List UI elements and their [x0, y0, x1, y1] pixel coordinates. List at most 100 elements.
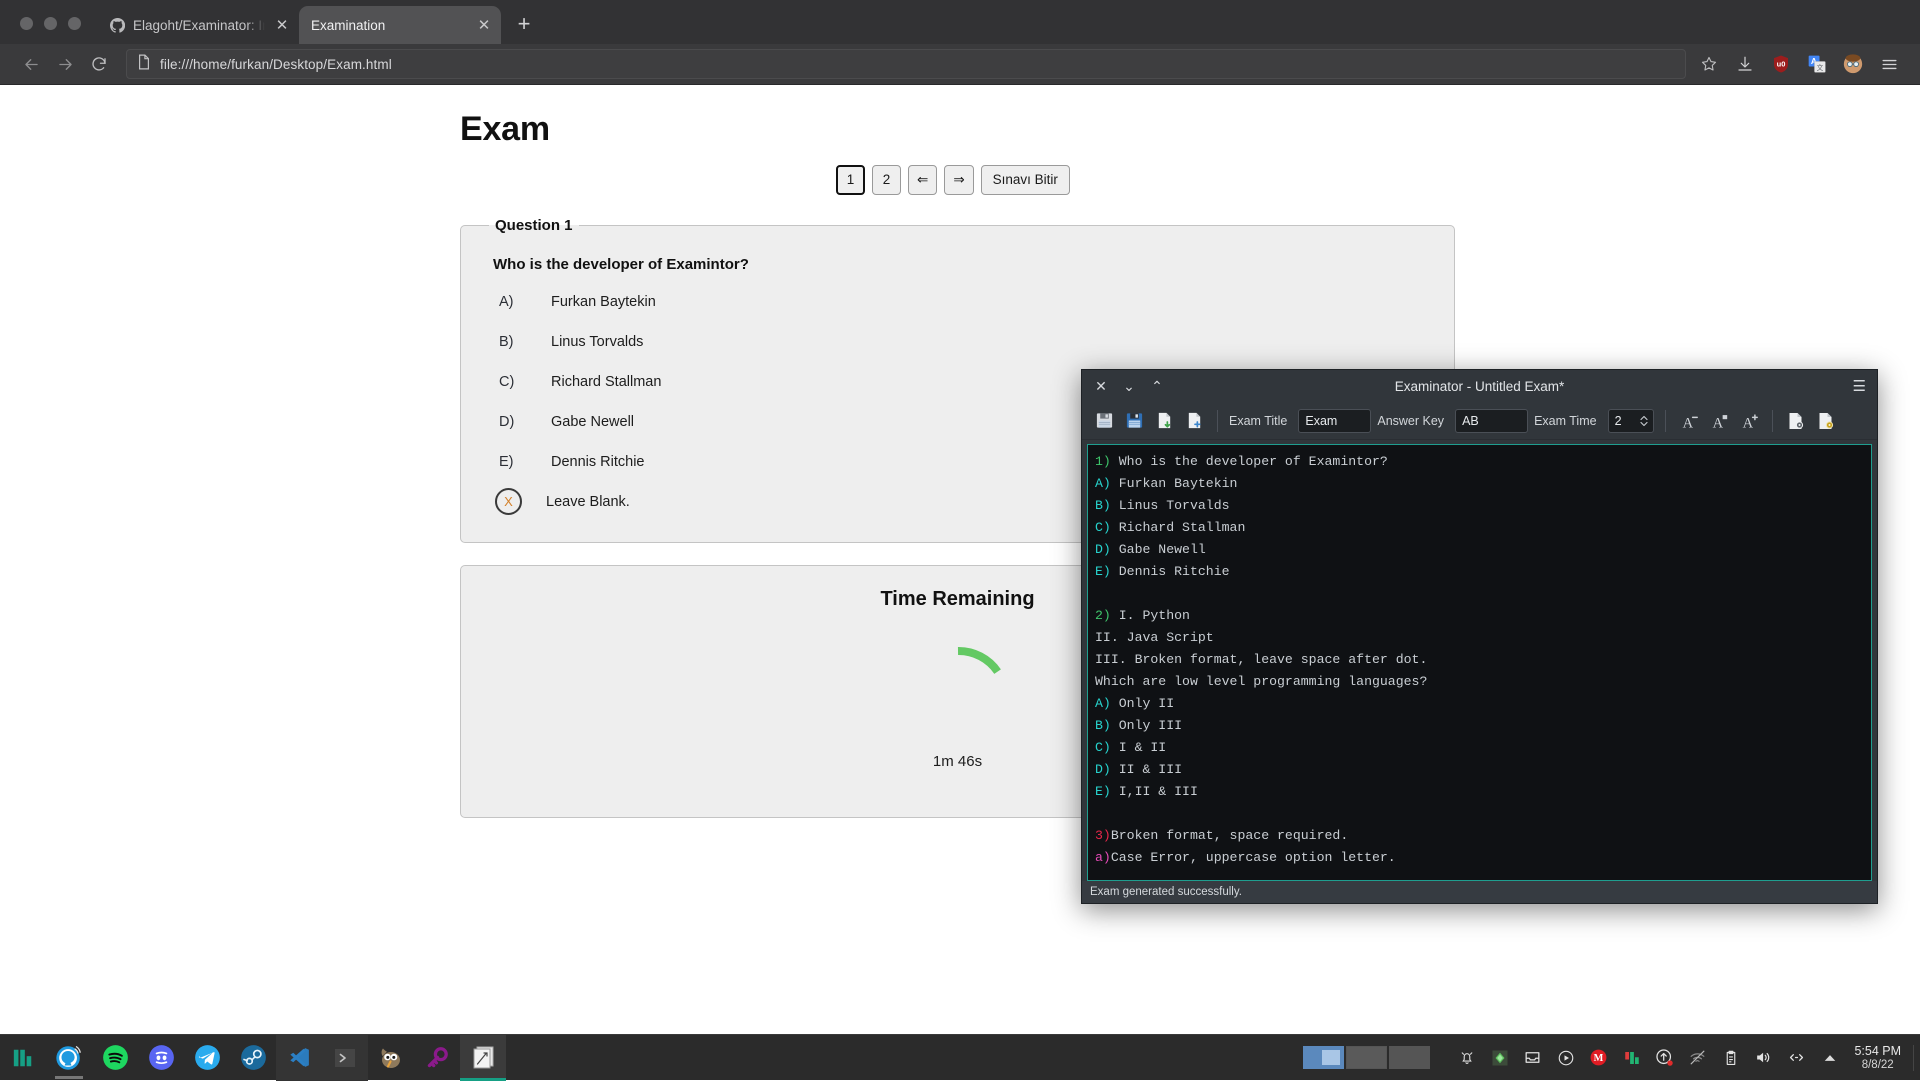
line-text: III. Broken format, leave space after do… [1095, 652, 1427, 667]
option-letter: A) [499, 294, 543, 310]
examinator-editor[interactable]: 1) Who is the developer of Examintor? A)… [1087, 444, 1872, 881]
workspace-2[interactable] [1346, 1046, 1387, 1069]
ublock-origin-icon[interactable]: u0 [1764, 47, 1798, 81]
font-decrease-icon[interactable]: A [1677, 409, 1701, 433]
browser-navigation-bar: file:///home/furkan/Desktop/Exam.html u0… [0, 44, 1920, 85]
option-label: Linus Torvalds [551, 334, 643, 350]
taskbar-clock[interactable]: 5:54 PM 8/8/22 [1854, 1044, 1909, 1072]
show-hidden-icons-arrow[interactable] [1816, 1044, 1843, 1071]
editor-line: C) I & II [1088, 737, 1871, 759]
star-icon[interactable] [1692, 47, 1726, 81]
svg-text:A: A [1682, 415, 1693, 431]
generate-exam-icon[interactable] [1784, 409, 1808, 433]
close-icon[interactable]: ✕ [475, 16, 493, 34]
back-icon[interactable] [14, 47, 48, 81]
hamburger-menu-icon[interactable] [1872, 47, 1906, 81]
question-nav-1[interactable]: 1 [836, 165, 865, 195]
workspace-1[interactable] [1303, 1046, 1344, 1069]
address-bar[interactable]: file:///home/furkan/Desktop/Exam.html [126, 49, 1686, 79]
answer-option-a[interactable]: A) Furkan Baytekin [499, 282, 1436, 322]
line-text: II. Java Script [1095, 630, 1214, 645]
volume-icon[interactable] [1750, 1044, 1777, 1071]
browser-tab-examinator-repo[interactable]: Elagoht/Examinator: Intera ✕ [97, 6, 299, 44]
steam-icon[interactable] [230, 1035, 276, 1081]
svg-text:M: M [1594, 1053, 1604, 1064]
hamburger-menu-icon[interactable]: ☰ [1853, 377, 1865, 395]
maximize-window-button[interactable] [68, 17, 81, 30]
upload-status-icon[interactable] [1651, 1044, 1678, 1071]
keepass-icon[interactable] [414, 1035, 460, 1081]
telegram-icon[interactable] [184, 1035, 230, 1081]
toolbar-divider [1772, 410, 1773, 432]
mailspring-icon[interactable]: M [1585, 1044, 1612, 1071]
exam-title-input[interactable]: Exam [1298, 409, 1371, 433]
night-color-icon[interactable] [1486, 1044, 1513, 1071]
minimize-window-button[interactable] [44, 17, 57, 30]
manjaro-update-icon[interactable] [1618, 1044, 1645, 1071]
forward-icon[interactable] [48, 47, 82, 81]
connection-icon[interactable] [1783, 1044, 1810, 1071]
line-marker: 2) [1095, 608, 1111, 623]
examinator-status-bar: Exam generated successfully. [1082, 881, 1877, 903]
editor-line: A) Only II [1088, 693, 1871, 715]
font-increase-icon[interactable]: A [1737, 409, 1761, 433]
reload-icon[interactable] [82, 47, 116, 81]
question-nav-2[interactable]: 2 [872, 165, 901, 195]
line-text: Only II [1111, 696, 1174, 711]
close-window-button[interactable] [20, 17, 33, 30]
answer-key-input[interactable]: AB [1455, 409, 1528, 433]
media-player-icon[interactable] [1552, 1044, 1579, 1071]
workspace-3[interactable] [1389, 1046, 1430, 1069]
archive-icon[interactable] [1519, 1044, 1546, 1071]
stepper-arrows-icon[interactable] [1639, 413, 1649, 429]
line-marker: E) [1095, 564, 1111, 579]
maximize-icon[interactable]: ⌃ [1150, 379, 1164, 393]
web-browser-icon[interactable] [46, 1035, 92, 1081]
editor-line: 3)Broken format, space required. [1088, 825, 1871, 847]
line-text: Linus Torvalds [1111, 498, 1230, 513]
google-translate-icon[interactable]: A文 [1800, 47, 1834, 81]
examinator-window-icon[interactable] [460, 1035, 506, 1081]
notifications-bell-icon[interactable] [1453, 1044, 1480, 1071]
answer-option-b[interactable]: B) Linus Torvalds [499, 322, 1436, 362]
minimize-icon[interactable]: ⌄ [1122, 379, 1136, 393]
finish-exam-button[interactable]: Sınavı Bitir [981, 165, 1070, 195]
new-document-icon[interactable] [1182, 409, 1206, 433]
clipboard-icon[interactable] [1717, 1044, 1744, 1071]
generate-answer-key-icon[interactable] [1814, 409, 1838, 433]
line-marker: 1) [1095, 454, 1111, 469]
leave-blank-x-icon[interactable]: X [495, 488, 522, 515]
gimp-icon[interactable] [368, 1035, 414, 1081]
close-icon[interactable]: ✕ [273, 16, 291, 34]
workspace-pager[interactable] [1303, 1046, 1430, 1069]
network-icon[interactable] [1684, 1044, 1711, 1071]
exam-time-stepper[interactable]: 2 [1608, 409, 1654, 433]
discord-icon[interactable] [138, 1035, 184, 1081]
save-icon[interactable] [1092, 409, 1116, 433]
terminal-icon[interactable] [322, 1035, 368, 1081]
previous-question-button[interactable]: ⇐ [908, 165, 937, 195]
import-document-icon[interactable] [1152, 409, 1176, 433]
download-icon[interactable] [1728, 47, 1762, 81]
option-letter: E) [499, 454, 543, 470]
examinator-toolbar: Exam Title Exam Answer Key AB Exam Time … [1082, 402, 1877, 440]
spotify-icon[interactable] [92, 1035, 138, 1081]
line-marker: C) [1095, 740, 1111, 755]
next-question-button[interactable]: ⇒ [944, 165, 973, 195]
manjaro-logo-icon[interactable] [0, 1035, 46, 1081]
option-label: Leave Blank. [546, 494, 630, 510]
font-reset-icon[interactable]: A [1707, 409, 1731, 433]
browser-tab-examination[interactable]: Examination ✕ [299, 6, 501, 44]
tray-divider [1913, 1045, 1914, 1071]
examinator-titlebar[interactable]: ✕ ⌄ ⌃ Examinator - Untitled Exam* ☰ [1082, 370, 1877, 402]
browser-window-controls[interactable] [0, 17, 97, 44]
option-label: Richard Stallman [551, 374, 661, 390]
new-tab-button[interactable]: + [509, 9, 539, 39]
close-icon[interactable]: ✕ [1094, 379, 1108, 393]
vscode-icon[interactable] [276, 1035, 322, 1081]
browser-toolbar-icons: u0 A文 [1692, 47, 1906, 81]
save-as-icon[interactable] [1122, 409, 1146, 433]
profile-avatar-icon[interactable] [1836, 47, 1870, 81]
examinator-window-controls: ✕ ⌄ ⌃ [1094, 379, 1164, 393]
line-marker: D) [1095, 542, 1111, 557]
